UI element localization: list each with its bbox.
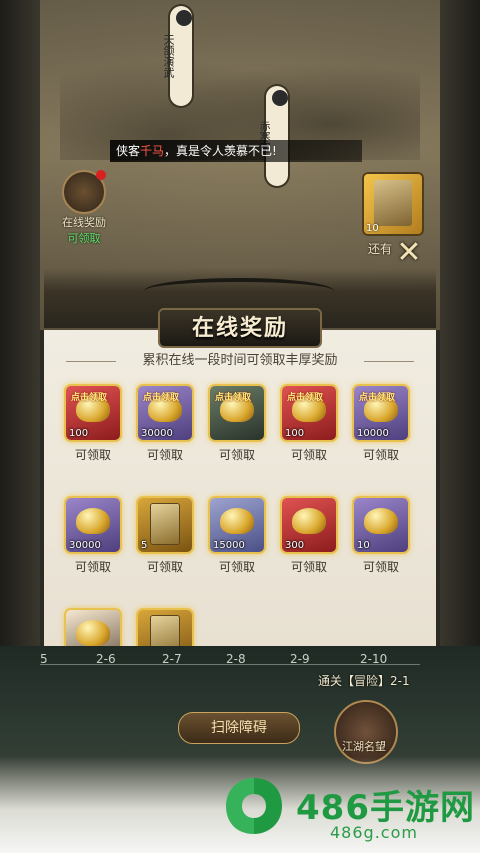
reputation-button[interactable] xyxy=(334,700,398,764)
stage-label[interactable]: 2-10 xyxy=(360,652,387,666)
reward-quantity: 30000 xyxy=(69,540,101,551)
ticket-icon xyxy=(151,504,179,544)
location-marker-icon xyxy=(272,90,288,106)
reward-quantity: 5 xyxy=(141,540,148,551)
reward-slot[interactable]: 点击领取 10000 可领取 xyxy=(352,386,410,463)
ticket-reward-label: 还有 xyxy=(368,242,393,256)
claim-chip: 点击领取 xyxy=(359,393,396,403)
reward-card: 30000 xyxy=(66,498,120,552)
stage-label[interactable]: 2-8 xyxy=(226,652,246,666)
reward-status: 可领取 xyxy=(218,560,255,574)
stage-label[interactable]: 2-7 xyxy=(162,652,182,666)
reward-quantity: 10 xyxy=(357,540,370,551)
reward-slot[interactable]: 点击领取 100 可领取 xyxy=(280,386,338,463)
claim-chip: 点击领取 xyxy=(215,393,252,403)
location-sign-2[interactable]: 赤寒塞 xyxy=(258,86,288,186)
online-reward-entry-label: 在线奖励 xyxy=(62,216,106,229)
reward-slot[interactable]: 300 可领取 xyxy=(280,498,338,575)
reward-status: 可领取 xyxy=(290,560,327,574)
silver-ingot-icon xyxy=(220,508,254,534)
reward-quantity: 15000 xyxy=(213,540,245,551)
reward-slot[interactable]: 点击领取 100 可领取 xyxy=(64,386,122,463)
panel-subtitle: 累积在线一段时间可领取丰厚奖励 xyxy=(142,353,338,368)
reward-status: 可领取 xyxy=(74,448,111,462)
reward-quantity: 300 xyxy=(285,540,305,551)
reward-card: 点击领取 100 xyxy=(66,386,120,440)
watermark-url: 486g.com xyxy=(330,823,418,842)
stage-label[interactable]: 2-9 xyxy=(290,652,310,666)
stage-row: 5 2-6 2-7 2-8 2-9 2-10 xyxy=(40,652,440,672)
reputation-label: 江湖名望 xyxy=(342,740,386,753)
reward-slot[interactable]: 点击领取 可领取 xyxy=(208,386,266,463)
online-reward-entry-status: 可领取 xyxy=(67,232,101,245)
reward-status: 可领取 xyxy=(362,448,399,462)
reward-quantity: 10000 xyxy=(357,428,389,439)
gold-ingot-icon xyxy=(292,508,326,534)
watermark-text: 486手游网 xyxy=(296,788,475,828)
reward-card: 点击领取 30000 xyxy=(138,386,192,440)
reward-card: 点击领取 xyxy=(210,386,264,440)
ticket-icon xyxy=(374,180,412,226)
claim-chip: 点击领取 xyxy=(71,393,108,403)
stage-label[interactable]: 5 xyxy=(40,652,48,666)
reward-status: 可领取 xyxy=(218,448,255,462)
reward-card: 10 xyxy=(354,498,408,552)
coin-pile-icon xyxy=(76,508,110,534)
reward-quantity: 30000 xyxy=(141,428,173,439)
reward-quantity: 100 xyxy=(69,428,89,439)
reward-slot[interactable]: 15000 可领取 xyxy=(208,498,266,575)
ticket-reward-entry[interactable]: 10 xyxy=(362,172,424,236)
reward-slot[interactable]: 30000 可领取 xyxy=(64,498,122,575)
reward-status: 可领取 xyxy=(146,560,183,574)
claim-chip: 点击领取 xyxy=(143,393,180,403)
chat-ticker: 侠客千马，真是令人羡慕不已! xyxy=(110,140,362,162)
clear-progress: 通关【冒险】2-1 xyxy=(318,674,410,688)
reward-status: 可领取 xyxy=(146,448,183,462)
reward-card: 5 xyxy=(138,498,192,552)
stage-label[interactable]: 2-6 xyxy=(96,652,116,666)
panel-title: 在线奖励 xyxy=(191,315,288,341)
reward-slot[interactable]: 10 可领取 xyxy=(352,498,410,575)
reward-slot[interactable]: 点击领取 30000 可领取 xyxy=(136,386,194,463)
hero-portrait-icon xyxy=(76,620,110,646)
reward-card: 点击领取 100 xyxy=(282,386,336,440)
claim-chip: 点击领取 xyxy=(287,393,324,403)
location-sign-1[interactable]: 天颌演武 xyxy=(162,6,192,106)
pearl-icon xyxy=(364,508,398,534)
sweep-obstacle-button[interactable]: 扫除障碍 xyxy=(178,712,300,744)
reward-status: 可领取 xyxy=(74,560,111,574)
online-reward-entry[interactable]: 在线奖励 可领取 xyxy=(56,170,112,246)
reward-card: 点击领取 10000 xyxy=(354,386,408,440)
gift-icon xyxy=(62,170,106,214)
close-icon[interactable]: ✕ xyxy=(392,236,426,270)
online-reward-panel xyxy=(44,330,436,646)
watermark-logo-icon xyxy=(226,778,282,834)
location-marker-icon xyxy=(176,10,192,26)
reward-status: 可领取 xyxy=(362,560,399,574)
reward-card: 15000 xyxy=(210,498,264,552)
panel-subtitle-row: 累积在线一段时间可领取丰厚奖励 xyxy=(60,350,420,372)
reward-slot[interactable]: 5 可领取 xyxy=(136,498,194,575)
reward-quantity: 100 xyxy=(285,428,305,439)
reward-card: 300 xyxy=(282,498,336,552)
reward-status: 可领取 xyxy=(290,448,327,462)
